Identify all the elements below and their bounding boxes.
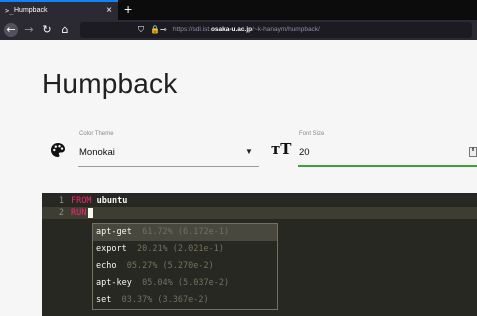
url-bar[interactable]: ⛉ 🔒⊸ https://sdl.ist.osaka-u.ac.jp/~k-ha… — [80, 22, 472, 38]
color-theme-underline — [78, 166, 259, 167]
lock-icon[interactable]: 🔒⊸ — [150, 25, 167, 34]
back-button[interactable]: ← — [4, 23, 18, 37]
autocomplete-item[interactable]: apt-key 05.04% (5.037e-2) — [93, 275, 277, 292]
text-size-icon: тT — [271, 140, 292, 158]
autocomplete-item[interactable]: export 20.21% (2.021e-1) — [93, 241, 277, 258]
font-size-label: Font Size — [299, 131, 325, 137]
new-tab-button[interactable]: + — [124, 1, 132, 17]
browser-tab[interactable]: >_ Humpback × — [0, 0, 118, 20]
autocomplete-item[interactable]: set 03.37% (3.367e-2) — [93, 292, 277, 309]
chevron-down-icon[interactable]: ▼ — [245, 147, 253, 156]
keyword: RUN — [71, 208, 87, 218]
font-size-stepper[interactable]: ⬍ — [469, 147, 477, 157]
shield-icon[interactable]: ⛉ — [138, 25, 144, 35]
close-icon[interactable]: × — [106, 5, 112, 16]
reload-button[interactable]: ↻ — [40, 23, 54, 37]
code-text: ubuntu — [91, 196, 128, 206]
font-size-input[interactable]: 20 — [299, 147, 310, 158]
page-title: Humpback — [42, 68, 178, 99]
font-size-underline — [298, 165, 477, 167]
terminal-icon: >_ — [5, 7, 14, 15]
page-content: Humpback Color Theme Monokai ▼ тT Font S… — [0, 40, 477, 316]
color-theme-select[interactable]: Monokai — [79, 147, 115, 158]
color-theme-label: Color Theme — [79, 131, 114, 137]
tab-bar: >_ Humpback × + — [0, 0, 477, 20]
autocomplete-popup: apt-get 61.72% (6.172e-1) export 20.21% … — [92, 223, 278, 310]
autocomplete-item[interactable]: echo 05.27% (5.270e-2) — [93, 258, 277, 275]
home-button[interactable]: ⌂ — [58, 23, 72, 37]
palette-icon — [50, 142, 66, 163]
code-line[interactable]: 1 FROM ubuntu — [42, 195, 477, 207]
line-number: 1 — [58, 196, 64, 206]
autocomplete-item[interactable]: apt-get 61.72% (6.172e-1) — [93, 224, 277, 241]
keyword: FROM — [71, 196, 92, 206]
tab-title: Humpback — [14, 7, 48, 14]
line-number: 2 — [58, 208, 64, 218]
forward-button[interactable]: → — [22, 23, 36, 37]
code-line-active[interactable]: 2 RUN — [42, 207, 477, 219]
url-text[interactable]: https://sdl.ist.osaka-u.ac.jp/~k-hanaym/… — [173, 26, 320, 33]
text-cursor — [88, 207, 94, 218]
navigation-bar: ← → ↻ ⌂ ⛉ 🔒⊸ https://sdl.ist.osaka-u.ac.… — [0, 20, 477, 40]
